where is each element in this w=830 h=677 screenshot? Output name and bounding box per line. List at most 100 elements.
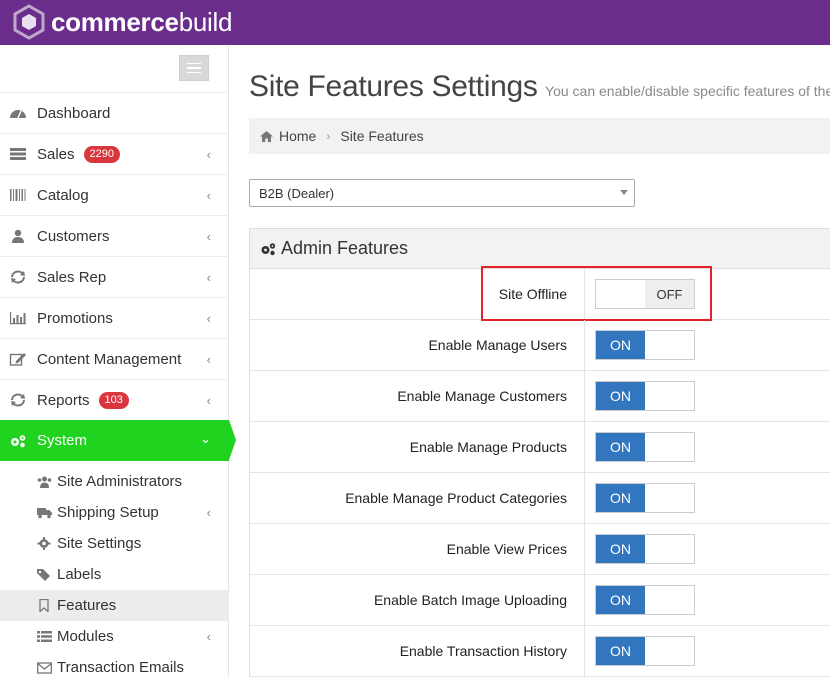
main-content: Site Features Settings You can enable/di…: [249, 45, 830, 677]
gears-icon: [11, 434, 26, 447]
breadcrumb-separator-icon: ›: [326, 129, 331, 143]
breadcrumb-current: Site Features: [340, 128, 424, 144]
edit-icon: [9, 353, 26, 366]
feature-label: Enable View Prices: [446, 541, 567, 557]
sidebar-item-sales[interactable]: Sales 2290 ‹: [0, 133, 229, 174]
submenu-item-label: Labels: [57, 566, 102, 583]
sidebar-item-dashboard[interactable]: Dashboard: [0, 92, 229, 133]
manage-users-toggle[interactable]: ON: [595, 330, 695, 360]
bookmark-icon: [39, 599, 49, 612]
feature-row-manage-products: Enable Manage Products ON: [250, 422, 830, 473]
envelope-icon: [37, 662, 52, 674]
chevron-left-icon: ‹: [206, 188, 211, 203]
top-bar: commercebuild: [0, 0, 830, 45]
sidebar-item-promotions[interactable]: Promotions ‹: [0, 297, 229, 338]
sidebar-item-reports[interactable]: Reports 103 ‹: [0, 379, 229, 420]
manage-products-toggle[interactable]: ON: [595, 432, 695, 462]
submenu-item-label: Site Settings: [57, 535, 142, 552]
page-subtitle: You can enable/disable specific features…: [545, 83, 830, 99]
bar-chart-icon: [10, 312, 26, 325]
barcode-icon: [10, 189, 26, 201]
submenu-item-shipping-setup[interactable]: Shipping Setup ‹: [0, 497, 229, 528]
chevron-left-icon: ‹: [206, 147, 211, 162]
sidebar-item-label: Sales Rep: [37, 268, 107, 286]
toggle-blank: [645, 637, 694, 665]
brand-name: commercebuild: [51, 6, 233, 37]
page-title: Site Features Settings: [249, 70, 538, 103]
row-divider: [584, 575, 585, 626]
gears-icon: [261, 242, 276, 255]
toggle-blank: [645, 433, 694, 461]
sales-icon: [10, 148, 26, 160]
toggle-on-label: ON: [596, 433, 645, 461]
gear-icon: [37, 537, 51, 550]
sidebar-item-label: System: [37, 432, 88, 449]
submenu-item-label: Features: [57, 597, 117, 614]
toggle-on-label: ON: [596, 484, 645, 512]
feature-row-batch-image-uploading: Enable Batch Image Uploading ON: [250, 575, 830, 626]
submenu-item-label: Shipping Setup: [57, 504, 159, 521]
page-header: Site Features Settings You can enable/di…: [249, 70, 830, 104]
sidebar-item-label: Dashboard: [37, 104, 111, 122]
submenu-item-site-settings[interactable]: Site Settings: [0, 528, 229, 559]
feature-row-manage-product-categories: Enable Manage Product Categories ON: [250, 473, 830, 524]
sidebar-item-customers[interactable]: Customers ‹: [0, 215, 229, 256]
brand-logo[interactable]: commercebuild: [12, 4, 232, 40]
row-divider: [584, 626, 585, 677]
chevron-left-icon: ‹: [206, 393, 211, 408]
submenu-item-label: Site Administrators: [57, 473, 183, 490]
truck-icon: [37, 508, 52, 519]
submenu-item-label: Transaction Emails: [57, 659, 184, 676]
sidebar-item-system[interactable]: System ⌄: [0, 420, 236, 461]
submenu-item-site-administrators[interactable]: Site Administrators: [0, 466, 229, 497]
feature-label: Enable Manage Products: [409, 439, 567, 455]
feature-row-view-prices: Enable View Prices ON: [250, 524, 830, 575]
batch-image-uploading-toggle[interactable]: ON: [595, 585, 695, 615]
manage-customers-toggle[interactable]: ON: [595, 381, 695, 411]
sidebar-item-sales-rep[interactable]: Sales Rep ‹: [0, 256, 229, 297]
menu-toggle-button[interactable]: [179, 55, 209, 81]
breadcrumb: Home › Site Features: [249, 118, 830, 154]
dashboard-icon: [10, 110, 26, 119]
system-submenu: Site Administrators Shipping Setup ‹ Sit…: [0, 466, 229, 677]
sidebar-item-label: Promotions: [37, 309, 113, 327]
toggle-blank: [645, 586, 694, 614]
manage-product-categories-toggle[interactable]: ON: [595, 483, 695, 513]
row-divider: [584, 473, 585, 524]
list-icon: [37, 631, 52, 642]
row-divider: [584, 422, 585, 473]
submenu-item-label: Modules: [57, 628, 114, 645]
feature-label: Enable Transaction History: [399, 643, 567, 659]
feature-row-site-offline: Site Offline OFF: [250, 266, 830, 321]
admin-features-panel: Admin Features Site Offline OFF Enable M…: [249, 228, 830, 677]
breadcrumb-home-link[interactable]: Home: [279, 128, 316, 144]
submenu-item-labels[interactable]: Labels: [0, 559, 229, 590]
sales-count-badge: 2290: [83, 145, 121, 163]
sidebar-item-catalog[interactable]: Catalog ‹: [0, 174, 229, 215]
site-select[interactable]: B2B (Dealer): [249, 179, 635, 207]
toggle-on-label: ON: [596, 331, 645, 359]
submenu-item-features[interactable]: Features: [0, 590, 229, 621]
chevron-left-icon: ‹: [206, 505, 211, 520]
feature-row-manage-customers: Enable Manage Customers ON: [250, 371, 830, 422]
submenu-item-modules[interactable]: Modules ‹: [0, 621, 229, 652]
toggle-blank: [645, 331, 694, 359]
users-icon: [37, 476, 52, 488]
view-prices-toggle[interactable]: ON: [595, 534, 695, 564]
sidebar-item-label: Customers: [37, 227, 110, 245]
dropdown-caret-icon: [620, 190, 628, 195]
toggle-on-label: ON: [596, 382, 645, 410]
refresh-icon: [11, 393, 25, 407]
sidebar-item-label: Sales: [37, 145, 75, 163]
toggle-on-label: ON: [596, 535, 645, 563]
toggle-blank: [645, 535, 694, 563]
feature-label: Enable Batch Image Uploading: [373, 592, 567, 608]
submenu-item-transaction-emails[interactable]: Transaction Emails: [0, 652, 229, 677]
row-divider: [584, 371, 585, 422]
feature-label: Enable Manage Product Categories: [345, 490, 567, 506]
transaction-history-toggle[interactable]: ON: [595, 636, 695, 666]
toggle-on-label: ON: [596, 586, 645, 614]
sidebar-nav: Dashboard Sales 2290 ‹ Catalog ‹ Custome…: [0, 92, 236, 677]
row-divider: [584, 320, 585, 371]
sidebar-item-content-management[interactable]: Content Management ‹: [0, 338, 229, 379]
